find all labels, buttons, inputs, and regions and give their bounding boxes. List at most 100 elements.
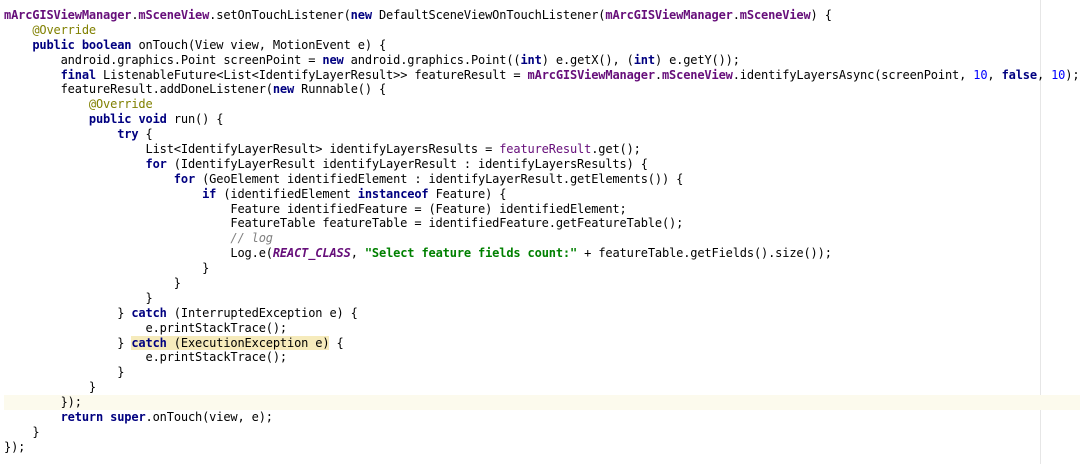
code-token: Feature) { bbox=[428, 186, 507, 201]
code-token: @Override bbox=[88, 97, 153, 112]
code-token: return bbox=[60, 410, 104, 425]
code-line[interactable]: }); bbox=[4, 440, 1080, 455]
code-line[interactable]: public boolean onTouch(View view, Motion… bbox=[4, 38, 1080, 53]
code-token: super bbox=[110, 410, 146, 425]
code-token: e.printStackTrace(); bbox=[145, 320, 288, 335]
code-token: boolean bbox=[81, 37, 132, 52]
code-token: . bbox=[654, 67, 662, 82]
code-line[interactable]: return super.onTouch(view, e); bbox=[4, 410, 1080, 425]
code-line[interactable]: } catch (InterruptedException e) { bbox=[4, 306, 1080, 321]
code-token: } bbox=[202, 261, 210, 276]
code-line[interactable]: @Override bbox=[4, 23, 1080, 38]
code-token: public bbox=[88, 112, 132, 127]
code-token: instanceof bbox=[357, 186, 429, 201]
code-line[interactable]: Feature identifiedFeature = (Feature) id… bbox=[4, 202, 1080, 217]
code-token: featureResult.addDoneListener( bbox=[60, 82, 273, 97]
code-line[interactable]: }); bbox=[4, 395, 1080, 411]
code-line[interactable]: } bbox=[4, 261, 1080, 276]
code-line[interactable]: } bbox=[4, 380, 1080, 395]
code-line[interactable]: for (IdentifyLayerResult identifyLayerRe… bbox=[4, 157, 1080, 172]
code-token: android.graphics.Point(( bbox=[343, 52, 521, 67]
code-token: + featureTable.getFields().size()); bbox=[577, 246, 832, 261]
code-line[interactable]: Log.e(REACT_CLASS, "Select feature field… bbox=[4, 246, 1080, 261]
code-line[interactable]: android.graphics.Point screenPoint = new… bbox=[4, 53, 1080, 68]
code-line[interactable]: if (identifiedElement instanceof Feature… bbox=[4, 187, 1080, 202]
code-line[interactable]: public void run() { bbox=[4, 112, 1080, 127]
code-token: final bbox=[60, 67, 97, 82]
code-token: } bbox=[88, 380, 96, 395]
code-line[interactable]: } bbox=[4, 425, 1080, 440]
code-token: , bbox=[1036, 67, 1052, 82]
code-line[interactable]: mArcGISViewManager.mSceneView.setOnTouch… bbox=[4, 8, 1080, 23]
code-token: mArcGISViewManager bbox=[605, 8, 733, 22]
code-token: { bbox=[138, 127, 153, 142]
code-line[interactable]: FeatureTable featureTable = identifiedFe… bbox=[4, 216, 1080, 231]
code-token: } bbox=[117, 365, 125, 380]
code-token: void bbox=[138, 112, 167, 127]
code-token: "Select feature fields count:" bbox=[364, 246, 578, 261]
code-line[interactable]: } catch (ExecutionException e) { bbox=[4, 335, 1080, 351]
code-line[interactable]: List<IdentifyLayerResult> identifyLayers… bbox=[4, 142, 1080, 157]
code-token: Runnable() { bbox=[294, 82, 387, 97]
code-lines[interactable]: mArcGISViewManager.mSceneView.setOnTouch… bbox=[4, 8, 1080, 455]
code-token: run() { bbox=[166, 112, 224, 127]
code-token: , bbox=[987, 67, 1002, 82]
code-token: new bbox=[350, 8, 372, 22]
code-token: ( bbox=[265, 246, 273, 261]
code-editor[interactable]: mArcGISViewManager.mSceneView.setOnTouch… bbox=[0, 0, 1080, 464]
code-line[interactable]: featureResult.addDoneListener(new Runnab… bbox=[4, 82, 1080, 97]
code-token: DefaultSceneViewOnTouchListener( bbox=[371, 8, 606, 22]
code-token: @Override bbox=[32, 22, 96, 37]
code-token: mSceneView bbox=[739, 8, 811, 22]
code-token: mSceneView bbox=[138, 8, 210, 22]
code-token: (identifiedElement bbox=[216, 186, 358, 201]
code-token: Feature identifiedFeature = (Feature) id… bbox=[230, 201, 627, 216]
code-token: ) e.getX(), ( bbox=[541, 52, 634, 67]
code-line[interactable]: } bbox=[4, 276, 1080, 291]
code-line[interactable]: e.printStackTrace(); bbox=[4, 321, 1080, 336]
code-token: e bbox=[258, 246, 266, 261]
code-token: onTouch(View view, MotionEvent e) { bbox=[131, 37, 387, 52]
code-token: ) e.getY()); bbox=[654, 52, 740, 67]
code-token: . bbox=[732, 8, 740, 22]
code-token: (IdentifyLayerResult identifyLayerResult… bbox=[166, 156, 648, 171]
code-token: ListenableFuture<List<IdentifyLayerResul… bbox=[95, 67, 528, 82]
code-line[interactable]: // log bbox=[4, 231, 1080, 246]
code-line[interactable]: for (GeoElement identifiedElement : iden… bbox=[4, 172, 1080, 187]
code-token: } bbox=[32, 424, 40, 439]
code-line[interactable]: try { bbox=[4, 127, 1080, 142]
code-token: e.printStackTrace(); bbox=[145, 350, 288, 365]
code-token: }); bbox=[4, 439, 26, 454]
code-token: ); bbox=[1065, 67, 1080, 82]
code-token: } bbox=[117, 305, 132, 320]
code-token: .onTouch(view, e); bbox=[145, 410, 273, 425]
code-line[interactable]: } bbox=[4, 291, 1080, 306]
code-line[interactable]: } bbox=[4, 365, 1080, 380]
code-token: for bbox=[145, 156, 167, 171]
code-token: .get(); bbox=[591, 142, 641, 157]
code-token: mArcGISViewManager bbox=[4, 8, 132, 22]
code-line[interactable]: final ListenableFuture<List<IdentifyLaye… bbox=[4, 68, 1080, 83]
code-line[interactable]: @Override bbox=[4, 97, 1080, 112]
code-token: , bbox=[350, 246, 365, 261]
code-line[interactable]: e.printStackTrace(); bbox=[4, 350, 1080, 365]
code-token: featureResult bbox=[499, 142, 592, 157]
code-token: Log. bbox=[230, 246, 259, 261]
